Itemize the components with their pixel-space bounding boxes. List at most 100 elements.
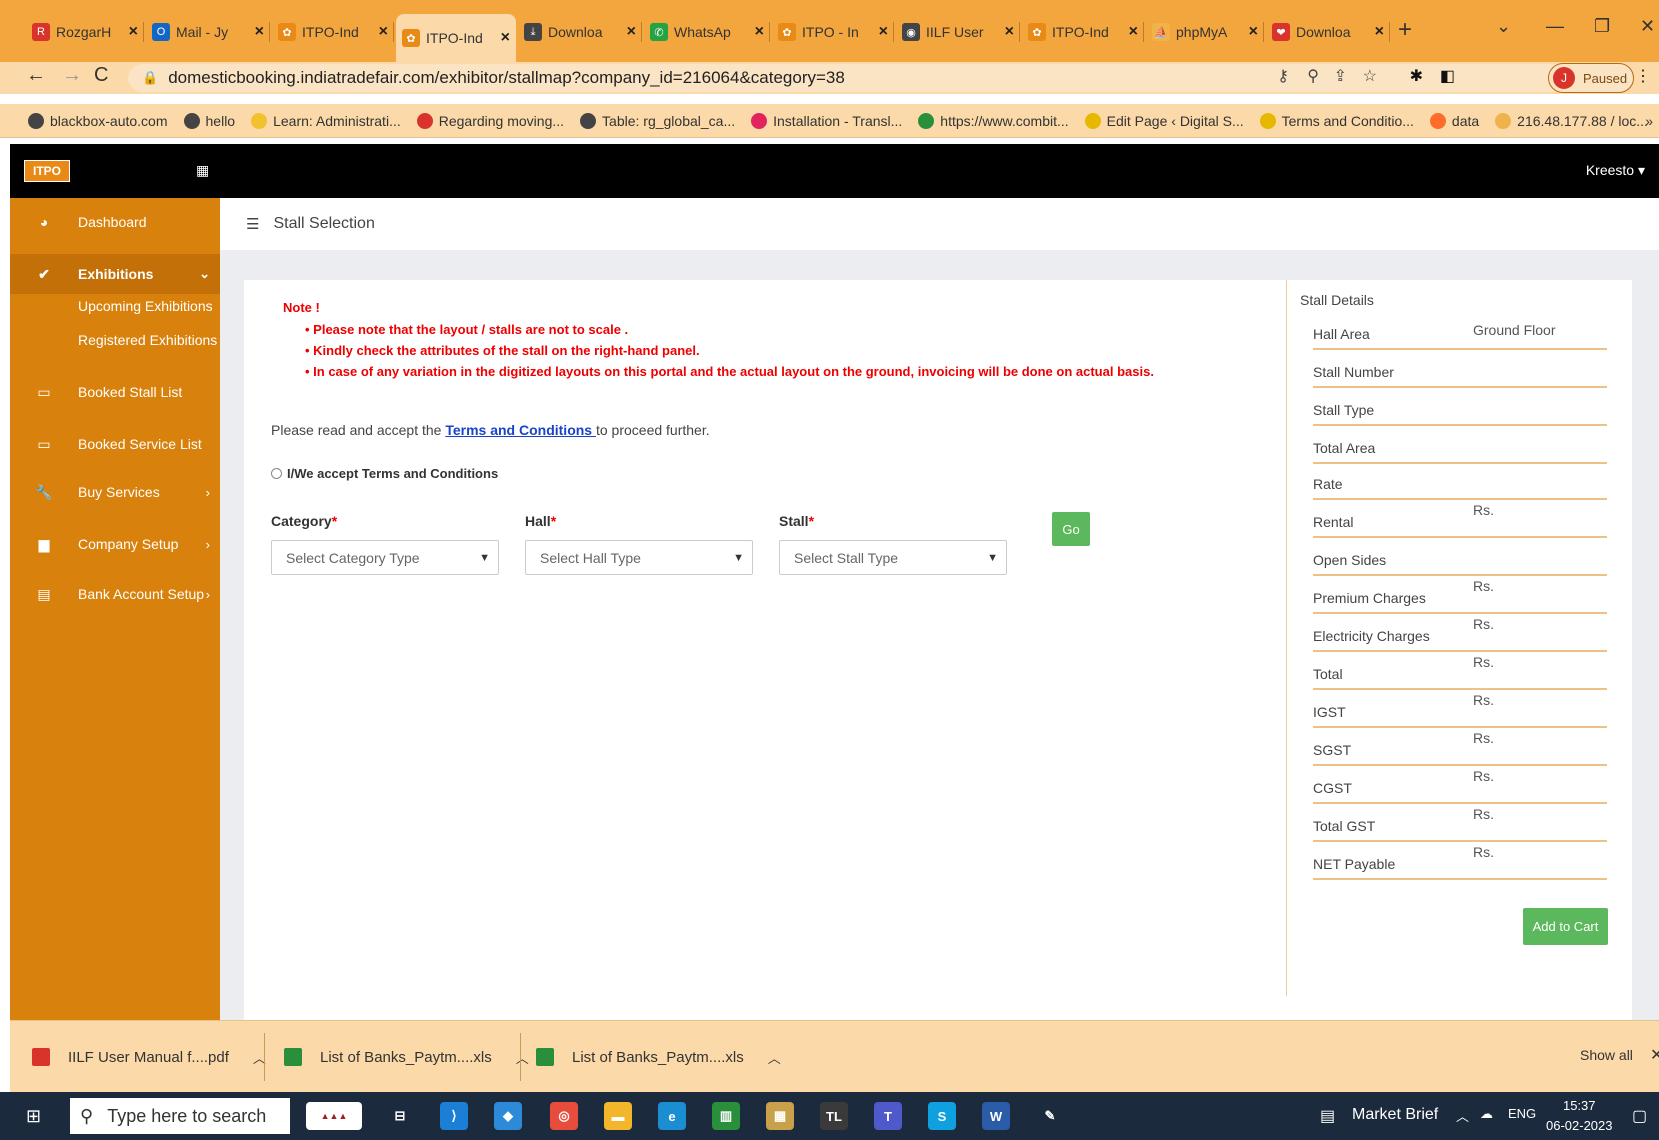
news-widget[interactable]: Market Brief <box>1352 1106 1438 1124</box>
edge-icon[interactable]: e <box>658 1102 686 1130</box>
menu-icon[interactable]: ⋮ <box>1635 66 1651 86</box>
bookmark-item[interactable]: Table: rg_global_ca... <box>580 112 735 129</box>
reload-icon[interactable]: C <box>94 64 108 87</box>
clock[interactable]: 15:37 06-02-2023 <box>1546 1096 1613 1136</box>
new-tab-button[interactable]: + <box>1398 16 1412 44</box>
sidebar-item-booked-service-list[interactable]: ▭ Booked Service List <box>10 424 220 464</box>
extensions-icon[interactable]: ✱ <box>1410 66 1423 86</box>
sidebar-item-dashboard[interactable]: ◕ Dashboard <box>10 202 220 242</box>
file-explorer-icon[interactable]: ▬ <box>604 1102 632 1130</box>
browser-tab[interactable]: ⤓ Downloa × <box>518 18 642 46</box>
bookmark-item[interactable]: Terms and Conditio... <box>1259 112 1414 129</box>
download-item[interactable]: List of Banks_Paytm....xls ︿ <box>536 1021 781 1093</box>
close-tab-icon[interactable]: × <box>129 23 138 41</box>
app-icon[interactable]: ▥ <box>712 1102 740 1130</box>
app-icon[interactable]: ▦ <box>766 1102 794 1130</box>
accept-terms-radio[interactable]: I/We accept Terms and Conditions <box>271 466 498 481</box>
bookmark-item[interactable]: Learn: Administrati... <box>251 112 401 129</box>
windows-start-icon[interactable]: ⊞ <box>26 1106 41 1127</box>
close-tab-icon[interactable]: × <box>1005 23 1014 41</box>
close-tab-icon[interactable]: × <box>379 23 388 41</box>
close-tab-icon[interactable]: × <box>627 23 636 41</box>
bookmark-item[interactable]: blackbox-auto.com <box>28 112 168 129</box>
itpo-logo[interactable]: ITPO <box>24 160 70 182</box>
terms-link[interactable]: Terms and Conditions <box>445 422 596 438</box>
word-icon[interactable]: W <box>982 1102 1010 1130</box>
browser-tab[interactable]: ✆ WhatsAp × <box>644 18 770 46</box>
bookmark-item[interactable]: Regarding moving... <box>416 112 564 129</box>
category-select[interactable]: Select Category Type ▼ <box>271 540 499 575</box>
show-all-button[interactable]: Show all <box>1580 1047 1633 1063</box>
go-button[interactable]: Go <box>1052 512 1090 546</box>
browser-tab[interactable]: ✿ ITPO-Ind × <box>1022 18 1144 46</box>
close-tab-icon[interactable]: × <box>1249 23 1258 41</box>
app-icon[interactable]: ▲▲▲ <box>306 1102 362 1130</box>
bookmark-item[interactable]: Installation - Transl... <box>751 112 902 129</box>
browser-tab[interactable]: ❤ Downloa × <box>1266 18 1390 46</box>
browser-tab[interactable]: ◉ IILF User × <box>896 18 1020 46</box>
browser-tab[interactable]: R RozgarH × <box>26 18 144 46</box>
sidepanel-icon[interactable]: ◧ <box>1440 66 1455 86</box>
teams-icon[interactable]: T <box>874 1102 902 1130</box>
sidebar-item-buy-services[interactable]: 🔧 Buy Services › <box>10 472 220 512</box>
app-icon[interactable]: TL <box>820 1102 848 1130</box>
tab-search-icon[interactable]: ⌄ <box>1496 16 1511 37</box>
tray-chevron-icon[interactable]: ︿ <box>1456 1106 1469 1125</box>
stall-select[interactable]: Select Stall Type ▼ <box>779 540 1007 575</box>
radio-button[interactable] <box>271 468 282 479</box>
taskbar-search[interactable]: ⚲ Type here to search <box>70 1098 290 1134</box>
bookmark-item[interactable]: 216.48.177.88 / loc... <box>1495 112 1648 129</box>
language-indicator[interactable]: ENG <box>1508 1106 1536 1121</box>
url-bar[interactable]: 🔒 domesticbooking.indiatradefair.com/exh… <box>128 64 1628 92</box>
close-tab-icon[interactable]: × <box>501 29 510 47</box>
zoom-icon[interactable]: ⚲ <box>1307 66 1319 86</box>
download-item[interactable]: List of Banks_Paytm....xls ︿ <box>284 1021 529 1093</box>
sidebar-item-bank-account-setup[interactable]: ▤ Bank Account Setup › <box>10 574 220 614</box>
back-icon[interactable]: ← <box>26 64 46 87</box>
sidebar-toggle-icon[interactable]: ▦ <box>196 162 209 179</box>
browser-tab[interactable]: ⛵ phpMyA × <box>1146 18 1264 46</box>
close-tab-icon[interactable]: × <box>879 23 888 41</box>
sidebar-subitem[interactable]: Upcoming Exhibitions <box>78 298 213 314</box>
browser-tab[interactable]: ✿ ITPO - In × <box>772 18 894 46</box>
task-view-icon[interactable]: ⊟ <box>386 1102 414 1130</box>
chevron-up-icon[interactable]: ︿ <box>516 1048 529 1067</box>
key-icon[interactable]: ⚷ <box>1277 66 1289 86</box>
minimize-icon[interactable]: — <box>1546 16 1564 37</box>
notifications-icon[interactable]: ▢ <box>1632 1106 1647 1126</box>
vscode-icon[interactable]: ⟩ <box>440 1102 468 1130</box>
sidebar-subitem[interactable]: Registered Exhibitions <box>78 332 217 348</box>
download-item[interactable]: IILF User Manual f....pdf ︿ <box>32 1021 266 1093</box>
profile-button[interactable]: J Paused <box>1548 63 1634 93</box>
restore-icon[interactable]: ❐ <box>1594 16 1610 37</box>
chrome-icon[interactable]: ◎ <box>550 1102 578 1130</box>
app-icon[interactable]: ◆ <box>494 1102 522 1130</box>
onedrive-icon[interactable]: ☁ <box>1480 1106 1493 1122</box>
close-tab-icon[interactable]: × <box>1129 23 1138 41</box>
add-to-cart-button[interactable]: Add to Cart <box>1523 908 1608 945</box>
browser-tab[interactable]: ✿ ITPO-Ind × <box>272 18 394 46</box>
share-icon[interactable]: ⇪ <box>1334 66 1347 86</box>
sidebar-item-exhibitions[interactable]: ✔ Exhibitions ⌄ <box>10 254 220 294</box>
close-tab-icon[interactable]: × <box>255 23 264 41</box>
more-bookmarks-icon[interactable]: » <box>1645 113 1653 129</box>
star-icon[interactable]: ☆ <box>1363 66 1377 86</box>
news-icon[interactable]: ▤ <box>1320 1106 1335 1126</box>
chevron-up-icon[interactable]: ︿ <box>768 1048 781 1067</box>
paint-icon[interactable]: ✎ <box>1036 1102 1064 1130</box>
close-tab-icon[interactable]: × <box>755 23 764 41</box>
sidebar-item-booked-stall-list[interactable]: ▭ Booked Stall List <box>10 372 220 412</box>
bookmark-item[interactable]: hello <box>183 112 235 129</box>
close-tab-icon[interactable]: × <box>1375 23 1384 41</box>
browser-tab[interactable]: ✿ ITPO-Ind × <box>396 14 516 62</box>
bookmark-item[interactable]: Edit Page ‹ Digital S... <box>1084 112 1244 129</box>
bookmark-item[interactable]: https://www.combit... <box>918 112 1069 129</box>
user-menu[interactable]: Kreesto ▾ <box>1586 162 1645 179</box>
close-downloads-icon[interactable]: ✕ <box>1650 1045 1659 1065</box>
skype-icon[interactable]: S <box>928 1102 956 1130</box>
sidebar-item-company-setup[interactable]: ▆ Company Setup › <box>10 524 220 564</box>
browser-tab[interactable]: O Mail - Jy × <box>146 18 270 46</box>
hall-select[interactable]: Select Hall Type ▼ <box>525 540 753 575</box>
forward-icon[interactable]: → <box>62 64 82 87</box>
bookmark-item[interactable]: data <box>1429 112 1479 129</box>
